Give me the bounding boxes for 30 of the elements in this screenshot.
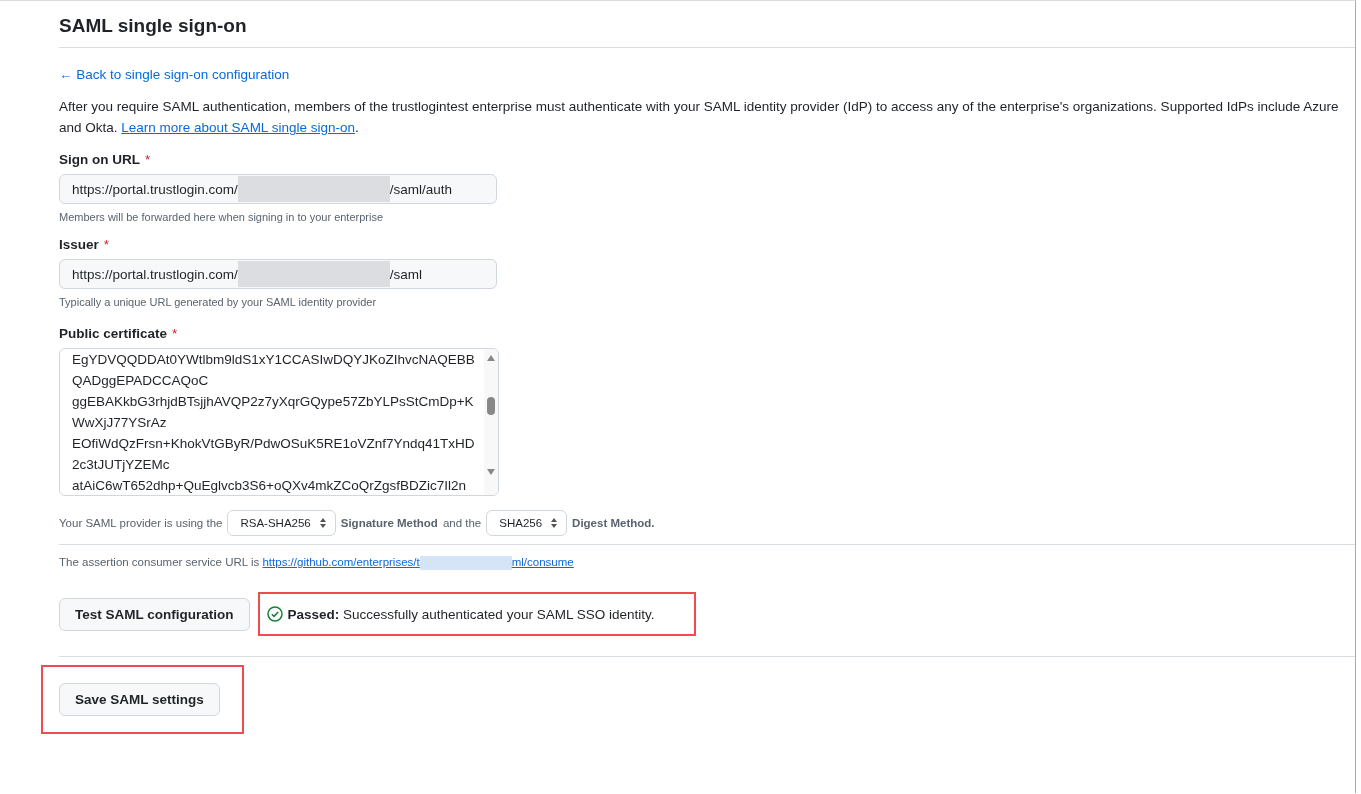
acs-link[interactable]: https://github.com/enterprises/t ml/consume [262,556,574,569]
required-mark: * [103,237,110,252]
result-message: Passed: Successfully authenticated your SAML SSO identity. [287,606,655,622]
digest-select[interactable]: SHA256 [486,510,568,536]
check-circle-icon [266,606,283,622]
method-label: Digest Method. [572,517,655,529]
test-button[interactable]: Test SAML configuration [59,597,250,631]
field-label: Issuer [59,237,99,252]
method-label: Signature Method [340,517,438,529]
method-text: Your SAML provider is using the [59,517,223,529]
up-down-caret-icon [318,517,327,529]
back-link[interactable]: ← Back to single sign-on configuration [59,67,290,82]
save-button[interactable]: Save SAML settings [59,683,220,716]
scrollbar[interactable] [484,349,498,495]
required-mark: * [145,152,151,167]
intro-text: After you require SAML authentication, members of the trustlogintest enterprise must authenticate with your SAML identity provider (IdP) to access any of the enterprise's organizations. Supported IdPs include Azure and Okta. Learn more about SAML single sign-on. [59,98,1340,137]
signature-select[interactable]: RSA-SHA256 [227,510,336,536]
text-field[interactable]: https://portal.trustlogin.com/ /saml/auth [59,174,497,204]
field-label: Public certificate [59,326,168,341]
field-label: Sign on URL [59,152,140,167]
certificate-textarea[interactable]: EgYDVQQDDAt0YWtlbm9ldS1xY1CCASIwDQYJKoZIhvcNAQEBB QADggEPADCCAQoC ggEBAKkbG3rhjdBTsjjhAVQP2z7yXqrGQype57ZbYLPsStCmDp+K WwXjJ77YSrAz EOfiWdQzFrsn+KhokVtGByR/PdwOSuK5RE1oVZnf7Yndq41TxHD 2c3tJUTjYZEMc atAiC6wT652dhp+QuEglvcb3S6+oQXv4mkZCoQrZgsfBDZic7Il2n [59,348,499,496]
required-mark: * [172,326,178,341]
field-hint: Members will be forwarded here when signing in to your enterprise [59,211,385,223]
text-field[interactable]: https://portal.trustlogin.com/ /saml [59,259,497,289]
acs-text: The assertion consumer service URL is [59,556,260,569]
method-text: and the [442,517,482,529]
page-title: SAML single sign-on [59,15,248,37]
field-hint: Typically a unique URL generated by your SAML identity provider [59,296,378,308]
learn-more-link[interactable]: Learn more about SAML single sign-on [121,120,355,135]
up-down-caret-icon [550,517,559,529]
